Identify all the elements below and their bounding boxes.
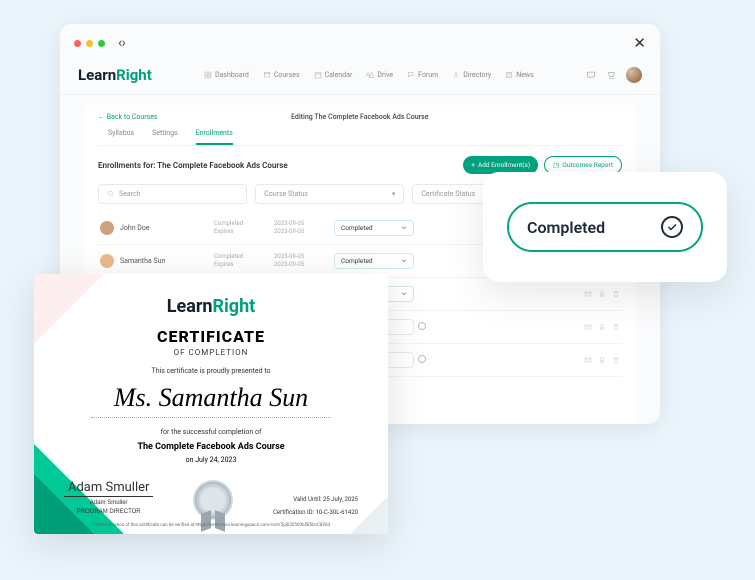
- cert-id: Certification ID: 10-C-30L-61420: [273, 509, 358, 516]
- cert-footnote: * Authentication of this certificate can…: [34, 523, 388, 528]
- cert-signature: Adam Smuller Adam Smuller PROGRAM DIRECT…: [64, 481, 153, 516]
- cert-for: for the successful completion of: [64, 428, 358, 436]
- award-icon[interactable]: [598, 356, 606, 364]
- user-avatar[interactable]: [626, 67, 642, 83]
- cert-course: The Complete Facebook Ads Course: [64, 442, 358, 452]
- cert-title: CERTIFICATE: [64, 327, 358, 346]
- course-status-select[interactable]: Course Status▾: [255, 184, 404, 204]
- main-nav: Dashboard Courses Calendar Drive Forum D…: [204, 71, 534, 79]
- tabs: Syllabus Settings Enrollments: [98, 129, 622, 146]
- user-name: Samantha Sun: [120, 257, 165, 265]
- chevron-down-icon: [401, 291, 407, 297]
- news-icon: [505, 71, 513, 79]
- dashboard-icon: [204, 71, 212, 79]
- status-select[interactable]: Completed: [334, 220, 414, 236]
- page-title: Editing The Complete Facebook Ads Course: [158, 113, 562, 121]
- window-titlebar: ‹ › ✕: [60, 24, 660, 62]
- cert-valid: Valid Until: 25 July, 2025: [273, 496, 358, 503]
- nav-drive[interactable]: Drive: [366, 71, 393, 79]
- nav-dashboard[interactable]: Dashboard: [204, 71, 249, 79]
- chevron-down-icon: [401, 225, 407, 231]
- close-dot[interactable]: [74, 40, 81, 47]
- chevron-down-icon: [401, 258, 407, 264]
- award-icon[interactable]: [598, 290, 606, 298]
- minimize-dot[interactable]: [86, 40, 93, 47]
- award-icon[interactable]: [598, 323, 606, 331]
- trash-icon[interactable]: [612, 356, 620, 364]
- cart-icon[interactable]: [606, 70, 616, 80]
- tab-enrollments[interactable]: Enrollments: [196, 129, 233, 145]
- cert-footer: Adam Smuller Adam Smuller PROGRAM DIRECT…: [34, 480, 388, 516]
- status-popup: Completed: [483, 172, 727, 282]
- cert-logo: LearnRight: [64, 296, 358, 317]
- courses-icon: [263, 71, 271, 79]
- completed-pill[interactable]: Completed: [507, 202, 703, 252]
- completed-label: Completed: [527, 218, 605, 237]
- mail-icon[interactable]: [584, 356, 592, 364]
- zoom-dot[interactable]: [98, 40, 105, 47]
- row-actions: [570, 290, 620, 298]
- back-link[interactable]: ← Back to Courses: [98, 113, 158, 121]
- tab-syllabus[interactable]: Syllabus: [108, 129, 134, 145]
- logo-part1: Learn: [78, 66, 116, 84]
- tab-settings[interactable]: Settings: [152, 129, 178, 145]
- mail-icon[interactable]: [584, 323, 592, 331]
- drive-icon: [366, 71, 374, 79]
- close-icon[interactable]: ✕: [633, 34, 646, 52]
- status-select[interactable]: Completed: [334, 253, 414, 269]
- window-controls: ‹ ›: [74, 35, 124, 51]
- nav-courses[interactable]: Courses: [263, 71, 300, 79]
- calendar-icon: [314, 71, 322, 79]
- trash-icon[interactable]: [612, 290, 620, 298]
- cert-presented: This certificate is proudly presented to: [64, 367, 358, 375]
- nav-news[interactable]: News: [505, 71, 534, 79]
- certificate-card: LearnRight CERTIFICATE OF COMPLETION Thi…: [34, 274, 388, 534]
- avatar: [100, 221, 114, 235]
- mail-icon[interactable]: [584, 290, 592, 298]
- search-input[interactable]: Search: [98, 184, 247, 204]
- top-bar: LearnRight Dashboard Courses Calendar Dr…: [60, 62, 660, 95]
- report-icon: ◳: [553, 161, 559, 169]
- chat-icon[interactable]: [586, 70, 596, 80]
- trash-icon[interactable]: [612, 323, 620, 331]
- search-icon: [107, 190, 115, 198]
- cert-recipient: Ms. Samantha Sun: [91, 383, 331, 418]
- row-actions: [570, 323, 620, 331]
- nav-arrows[interactable]: ‹ ›: [118, 35, 124, 51]
- brand-logo[interactable]: LearnRight: [78, 66, 152, 84]
- nav-forum[interactable]: Forum: [407, 71, 438, 79]
- chevron-down-icon: ▾: [392, 190, 396, 198]
- logo-part2: Right: [116, 66, 152, 84]
- top-actions: [586, 67, 642, 83]
- cert-date: on July 24, 2023: [64, 456, 358, 464]
- nav-directory[interactable]: Directory: [452, 71, 491, 79]
- section-title: Enrollments for: The Complete Facebook A…: [98, 161, 288, 170]
- check-circle-icon: [661, 216, 683, 238]
- radio[interactable]: [418, 355, 426, 363]
- radio[interactable]: [418, 322, 426, 330]
- cert-seal-icon: [193, 480, 233, 520]
- cert-subtitle: OF COMPLETION: [64, 348, 358, 357]
- avatar: [100, 254, 114, 268]
- user-name: John Doe: [120, 224, 150, 232]
- row-actions: [570, 356, 620, 364]
- plus-icon: +: [471, 161, 475, 169]
- breadcrumb: ← Back to Courses Editing The Complete F…: [98, 113, 622, 121]
- forum-icon: [407, 71, 415, 79]
- directory-icon: [452, 71, 460, 79]
- nav-calendar[interactable]: Calendar: [314, 71, 353, 79]
